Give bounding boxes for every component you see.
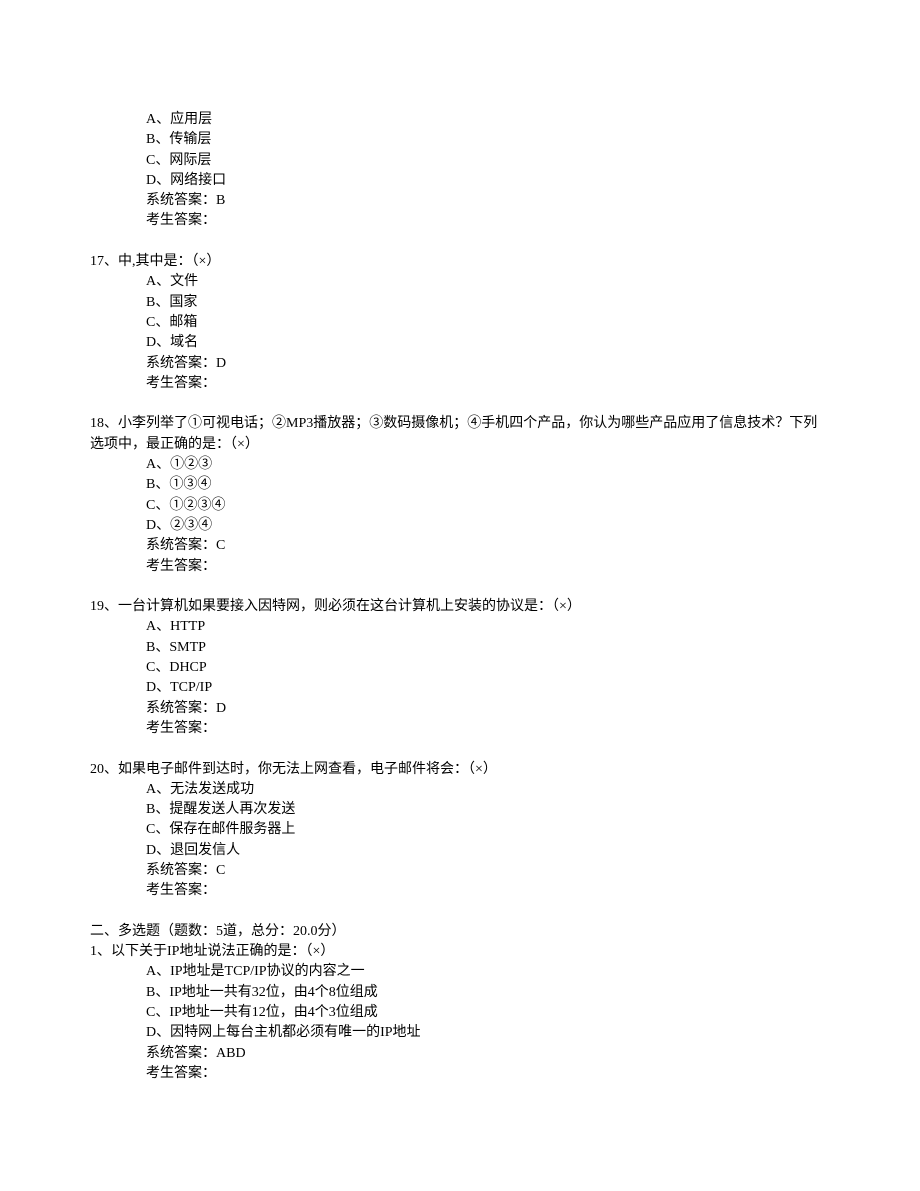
option-c: C、网际层 <box>90 151 830 171</box>
option-d: D、网络接口 <box>90 171 830 191</box>
question-stem: 18、小李列举了①可视电话；②MP3播放器；③数码摄像机；④手机四个产品，你认为… <box>90 414 830 455</box>
system-answer: 系统答案：D <box>90 354 830 374</box>
system-answer: 系统答案：ABD <box>90 1044 830 1064</box>
option-c: C、邮箱 <box>90 313 830 333</box>
question-stem: 17、中,其中是：（×） <box>90 252 830 272</box>
system-answer: 系统答案：B <box>90 191 830 211</box>
system-answer: 系统答案：D <box>90 699 830 719</box>
option-a: A、文件 <box>90 272 830 292</box>
student-answer: 考生答案： <box>90 1064 830 1084</box>
student-answer: 考生答案： <box>90 881 830 901</box>
system-answer: 系统答案：C <box>90 536 830 556</box>
option-a: A、无法发送成功 <box>90 780 830 800</box>
option-a: A、IP地址是TCP/IP协议的内容之一 <box>90 962 830 982</box>
option-a: A、HTTP <box>90 617 830 637</box>
student-answer: 考生答案： <box>90 211 830 231</box>
option-c: C、IP地址一共有12位，由4个3位组成 <box>90 1003 830 1023</box>
option-c: C、保存在邮件服务器上 <box>90 820 830 840</box>
option-d: D、因特网上每台主机都必须有唯一的IP地址 <box>90 1023 830 1043</box>
option-c: C、①②③④ <box>90 496 830 516</box>
option-b: B、传输层 <box>90 130 830 150</box>
option-b: B、SMTP <box>90 638 830 658</box>
question-stem: 20、如果电子邮件到达时，你无法上网查看，电子邮件将会：（×） <box>90 760 830 780</box>
option-c: C、DHCP <box>90 658 830 678</box>
student-answer: 考生答案： <box>90 374 830 394</box>
student-answer: 考生答案： <box>90 719 830 739</box>
option-d: D、TCP/IP <box>90 678 830 698</box>
question-stem: 19、一台计算机如果要接入因特网，则必须在这台计算机上安装的协议是：（×） <box>90 597 830 617</box>
section-header: 二、多选题（题数：5道，总分：20.0分） <box>90 922 830 942</box>
option-b: B、①③④ <box>90 475 830 495</box>
option-d: D、退回发信人 <box>90 841 830 861</box>
option-b: B、国家 <box>90 293 830 313</box>
question-stem: 1、以下关于IP地址说法正确的是：（×） <box>90 942 830 962</box>
option-b: B、提醒发送人再次发送 <box>90 800 830 820</box>
system-answer: 系统答案：C <box>90 861 830 881</box>
option-b: B、IP地址一共有32位，由4个8位组成 <box>90 983 830 1003</box>
option-a: A、应用层 <box>90 110 830 130</box>
document-page: A、应用层 B、传输层 C、网际层 D、网络接口 系统答案：B 考生答案： 17… <box>0 0 920 1191</box>
option-a: A、①②③ <box>90 455 830 475</box>
student-answer: 考生答案： <box>90 557 830 577</box>
option-d: D、②③④ <box>90 516 830 536</box>
option-d: D、域名 <box>90 333 830 353</box>
